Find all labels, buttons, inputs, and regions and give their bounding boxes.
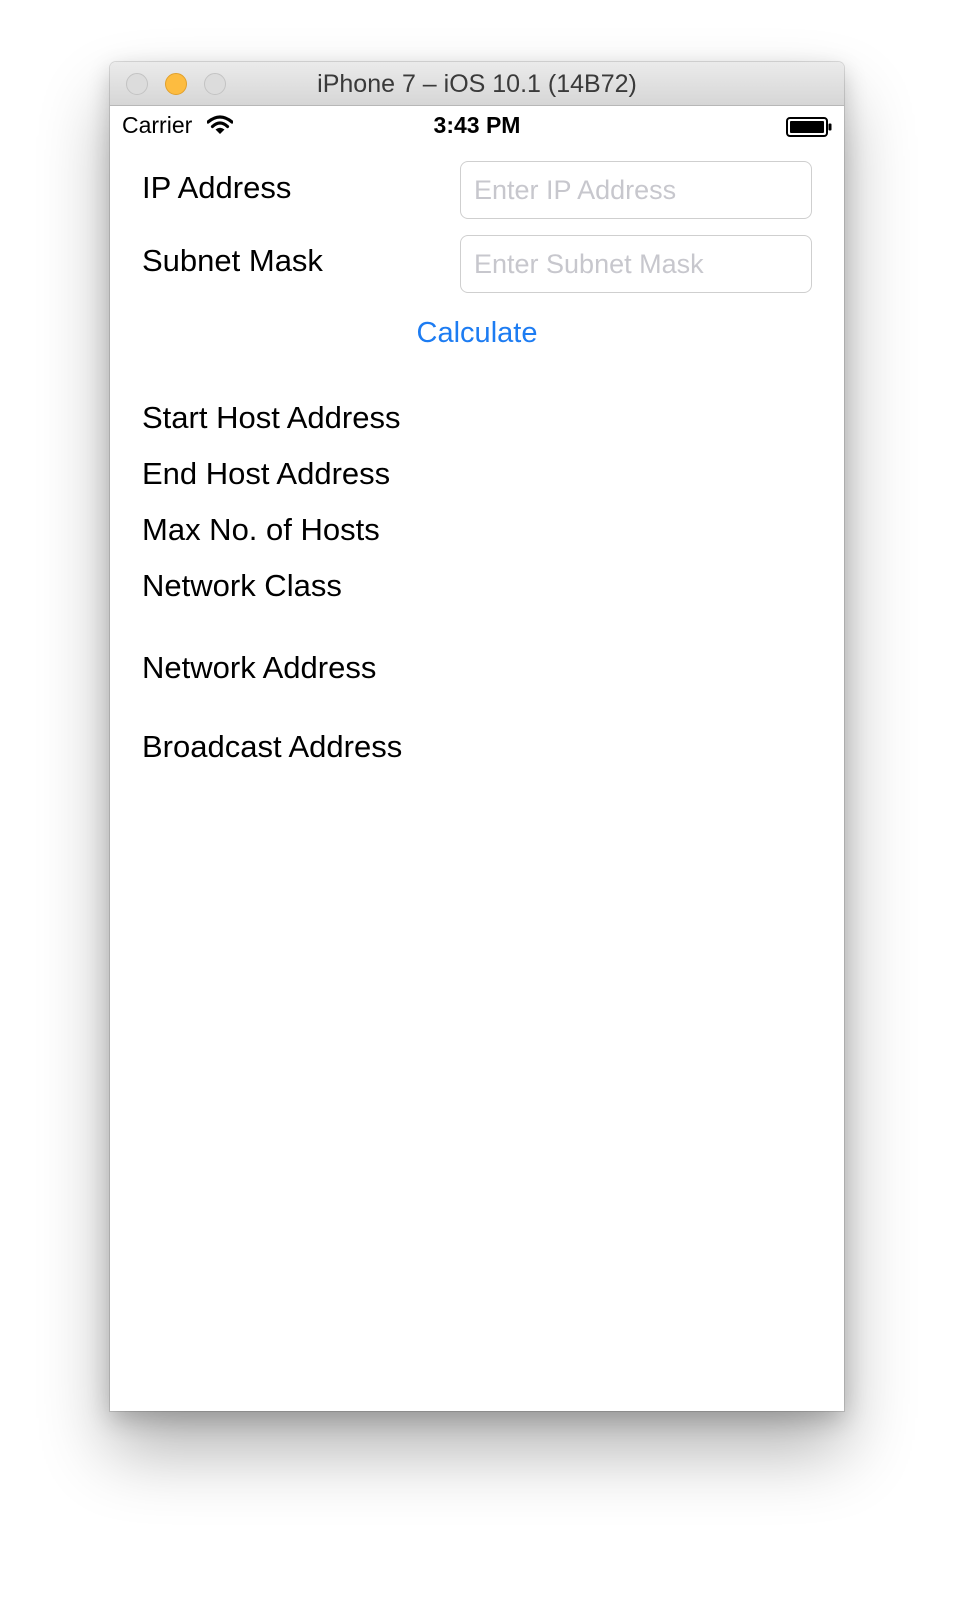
ip-address-label: IP Address [142, 170, 292, 205]
network-class-label: Network Class [142, 568, 342, 603]
ip-address-input[interactable] [460, 161, 812, 219]
start-host-address-label: Start Host Address [142, 400, 401, 435]
simulator-window: iPhone 7 – iOS 10.1 (14B72) Carrier 3:43… [110, 62, 844, 1411]
network-address-label: Network Address [142, 650, 377, 685]
subnet-mask-input[interactable] [460, 235, 812, 293]
subnet-mask-label: Subnet Mask [142, 243, 323, 278]
end-host-address-label: End Host Address [142, 456, 391, 491]
max-hosts-label: Max No. of Hosts [142, 512, 380, 547]
calculate-button[interactable]: Calculate [110, 317, 844, 350]
battery-icon [786, 117, 832, 137]
window-title: iPhone 7 – iOS 10.1 (14B72) [317, 70, 637, 98]
status-time: 3:43 PM [433, 112, 521, 138]
broadcast-address-label: Broadcast Address [142, 729, 403, 764]
ios-status-bar: Carrier 3:43 PM [110, 106, 844, 146]
window-titlebar[interactable]: iPhone 7 – iOS 10.1 (14B72) [110, 62, 844, 106]
